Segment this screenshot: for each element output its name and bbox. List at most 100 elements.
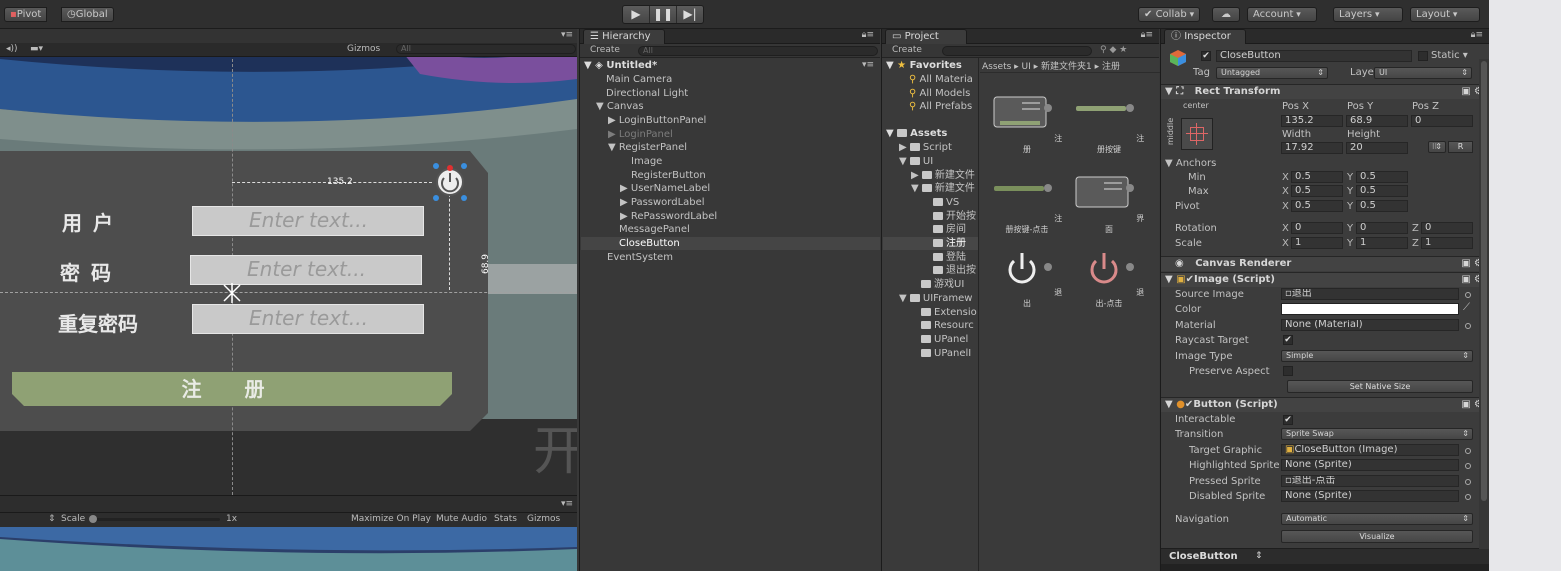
mute-audio-toggle[interactable]: Mute Audio xyxy=(436,514,487,525)
anchor-max-x-field[interactable]: 0.5 xyxy=(1291,185,1343,197)
scale-y-field[interactable]: 1 xyxy=(1356,237,1408,249)
canvas-renderer-header[interactable]: ◉ Canvas Renderer ▣ ⚙ xyxy=(1161,256,1489,271)
rotation-z-field[interactable]: 0 xyxy=(1421,222,1473,234)
breadcrumb-item[interactable]: UI xyxy=(1022,62,1031,72)
hierarchy-item[interactable]: ▶ RePasswordLabel xyxy=(620,210,717,223)
static-checkbox[interactable] xyxy=(1418,51,1428,61)
tag-dropdown[interactable]: Untagged xyxy=(1216,67,1328,79)
folder-item[interactable]: ▶ 新建文件 xyxy=(911,169,977,182)
raw-edit-button[interactable]: R xyxy=(1448,141,1473,153)
tab-inspector[interactable]: ⓘ Inspector xyxy=(1164,29,1246,44)
folder-item[interactable]: ▶ Script xyxy=(899,141,977,154)
highlighted-sprite-field[interactable]: None (Sprite) xyxy=(1281,459,1459,471)
menu-icon[interactable]: ▾≡ xyxy=(561,30,573,41)
hierarchy-item[interactable]: ▶ UserNameLabel xyxy=(620,182,710,195)
object-picker-icon[interactable] xyxy=(1465,292,1471,298)
hierarchy-item[interactable]: ▶ LoginPanel xyxy=(608,128,673,141)
lock-icon[interactable]: 🔒︎≡ xyxy=(1141,30,1153,40)
asset-tile[interactable]: 界面 xyxy=(1071,173,1147,235)
hierarchy-item[interactable]: Image xyxy=(631,155,662,168)
enabled-check-icon[interactable]: ✔ xyxy=(1186,274,1194,285)
anchor-max-y-field[interactable]: 0.5 xyxy=(1356,185,1408,197)
split-divider[interactable] xyxy=(978,58,979,571)
folder-item[interactable]: 登陆 xyxy=(933,251,977,264)
active-checkbox[interactable]: ✔ xyxy=(1201,51,1211,61)
hierarchy-item[interactable]: ▶ PasswordLabel xyxy=(620,196,705,209)
button-script-header[interactable]: ▼ ●✔Button (Script) ▣ ⚙ xyxy=(1161,397,1489,412)
project-search[interactable] xyxy=(942,46,1092,56)
game-view[interactable] xyxy=(0,527,577,571)
scale-x-field[interactable]: 1 xyxy=(1291,237,1343,249)
cloud-button[interactable]: ☁ xyxy=(1212,7,1240,22)
collab-button[interactable]: ✔ Collab xyxy=(1138,7,1201,22)
rotation-y-field[interactable]: 0 xyxy=(1356,222,1408,234)
disabled-sprite-field[interactable]: None (Sprite) xyxy=(1281,490,1459,502)
hierarchy-item-selected[interactable]: CloseButton xyxy=(581,237,880,250)
image-type-dropdown[interactable]: Simple xyxy=(1281,350,1473,362)
gizmos-dropdown[interactable]: Gizmos xyxy=(347,44,380,55)
scene-menu-icon[interactable]: ▾≡ xyxy=(862,60,874,70)
material-field[interactable]: None (Material) xyxy=(1281,319,1459,331)
hierarchy-search[interactable]: All xyxy=(638,46,878,56)
folder-item[interactable]: UPanel xyxy=(921,333,977,346)
rect-transform-header[interactable]: ▼ ⛶ Rect Transform ▣ ⚙ xyxy=(1161,84,1489,99)
color-field[interactable] xyxy=(1281,303,1459,315)
folder-item[interactable]: ▼ UIFramew xyxy=(899,292,977,305)
audio-icon[interactable]: ◂)) xyxy=(6,44,18,55)
hierarchy-item[interactable]: ▶ LoginButtonPanel xyxy=(608,114,706,127)
hierarchy-item[interactable]: Directional Light xyxy=(606,87,688,100)
preview-dropdown-icon[interactable]: ⇕ xyxy=(1255,551,1263,561)
static-label[interactable]: Static ▾ xyxy=(1431,50,1468,61)
eyedropper-icon[interactable]: ⟋ xyxy=(1463,302,1470,313)
layer-dropdown[interactable]: UI xyxy=(1374,67,1472,79)
scene-view[interactable]: 开 135.2 68.9 用 户 密 码 重复密码 Enter text... … xyxy=(0,29,577,495)
object-picker-icon[interactable] xyxy=(1465,448,1471,454)
scene-root[interactable]: ▼ ◈ Untitled* xyxy=(584,59,657,72)
game-gizmos-dropdown[interactable]: Gizmos xyxy=(527,514,560,525)
create-dropdown[interactable]: Create xyxy=(590,45,620,55)
asset-tile[interactable]: 注册按键-点击 xyxy=(989,173,1065,235)
favorites-header[interactable]: ▼ ★ Favorites xyxy=(886,59,962,72)
scene-search[interactable]: All xyxy=(396,44,576,54)
close-button-selected[interactable] xyxy=(432,162,468,202)
scale-slider[interactable] xyxy=(92,518,220,521)
hierarchy-item[interactable]: MessagePanel xyxy=(619,223,690,236)
asset-tile[interactable]: 注册 xyxy=(989,93,1065,155)
pressed-sprite-field[interactable]: ▫退出-点击 xyxy=(1281,475,1459,487)
account-dropdown[interactable]: Account xyxy=(1247,7,1317,22)
step-button[interactable]: ▶| xyxy=(677,6,703,23)
set-native-size-button[interactable]: Set Native Size xyxy=(1287,380,1473,393)
tab-hierarchy[interactable]: ☰ Hierarchy xyxy=(583,29,665,44)
register-button[interactable]: 注 册 xyxy=(12,372,452,406)
object-picker-icon[interactable] xyxy=(1465,494,1471,500)
assets-header[interactable]: ▼ Assets xyxy=(886,127,947,140)
navigation-dropdown[interactable]: Automatic xyxy=(1281,513,1473,525)
tab-project[interactable]: ▭ Project xyxy=(885,29,967,44)
layout-dropdown[interactable]: Layout xyxy=(1410,7,1480,22)
layers-dropdown[interactable]: Layers xyxy=(1333,7,1403,22)
height-field[interactable]: 20 xyxy=(1346,142,1408,154)
folder-item[interactable]: 房间 xyxy=(933,223,977,236)
play-button[interactable]: ▶ xyxy=(623,6,650,23)
preview-header[interactable]: CloseButton ⇕ xyxy=(1161,548,1489,564)
anchor-preset-button[interactable] xyxy=(1181,118,1213,150)
favorite-item[interactable]: ⚲ All Materia xyxy=(909,73,977,86)
posx-field[interactable]: 135.2 xyxy=(1281,115,1343,127)
folder-item-selected[interactable]: 注册 xyxy=(883,237,978,250)
folder-item[interactable]: VS xyxy=(933,196,977,209)
folder-item[interactable]: ▼ 新建文件 xyxy=(911,182,977,195)
anchor-min-x-field[interactable]: 0.5 xyxy=(1291,171,1343,183)
breadcrumb-item[interactable]: Assets xyxy=(982,62,1011,72)
lock-icon[interactable]: 🔒︎≡ xyxy=(862,30,874,40)
image-script-header[interactable]: ▼ ▣✔Image (Script) ▣ ⚙ xyxy=(1161,272,1489,287)
create-dropdown[interactable]: Create xyxy=(892,45,922,55)
posy-field[interactable]: 68.9 xyxy=(1346,115,1408,127)
object-picker-icon[interactable] xyxy=(1465,323,1471,329)
object-picker-icon[interactable] xyxy=(1465,463,1471,469)
hierarchy-item[interactable]: ▼ RegisterPanel xyxy=(608,141,687,154)
repeat-password-input[interactable]: Enter text... xyxy=(192,304,424,334)
pivot-toggle[interactable]: ▪Pivot xyxy=(4,7,48,22)
fx-icon[interactable]: ▬▾ xyxy=(30,44,43,55)
pivot-gizmo-icon[interactable] xyxy=(222,283,242,303)
object-picker-icon[interactable] xyxy=(1465,479,1471,485)
